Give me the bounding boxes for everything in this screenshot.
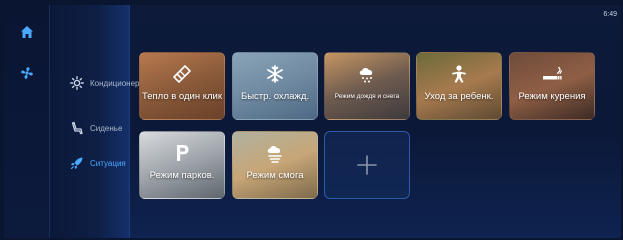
tile-label: Режим смога <box>246 170 304 181</box>
tile-label: Тепло в один клик <box>141 91 223 102</box>
home-icon[interactable] <box>19 24 35 40</box>
cigarette-icon <box>541 63 563 85</box>
tile-smoking-mode[interactable]: Режим курения <box>509 52 595 120</box>
tile-label: Режим курения <box>518 91 586 102</box>
menu-item-label: Сиденье <box>90 123 123 133</box>
left-rail <box>4 5 50 238</box>
tile-smog-mode[interactable]: Режим смога <box>232 131 318 199</box>
smog-icon <box>264 142 286 164</box>
snowflake-icon <box>264 63 286 85</box>
tile-child-care[interactable]: Уход за ребенк. <box>416 52 502 120</box>
rocket-icon <box>70 156 84 170</box>
wrench-icon <box>171 63 193 85</box>
tile-label: Режим парков. <box>149 170 215 181</box>
tile-one-click-warmth[interactable]: Тепло в один клик <box>139 52 225 120</box>
climate-menu: Кондиционер Сиденье Ситуация <box>50 5 139 238</box>
cloud-snow-icon <box>356 63 378 85</box>
add-scene-button[interactable] <box>324 131 410 199</box>
parking-icon <box>171 142 193 164</box>
plus-icon <box>356 154 378 176</box>
menu-item-climate[interactable]: Кондиционер <box>70 76 140 90</box>
menu-item-situation[interactable]: Ситуация <box>70 156 134 170</box>
menu-item-seats[interactable]: Сиденье <box>70 121 134 135</box>
fan-icon[interactable] <box>19 65 35 81</box>
seat-icon <box>70 121 84 135</box>
tile-parking-mode[interactable]: Режим парков. <box>139 131 225 199</box>
clock: 6:49 <box>603 11 617 18</box>
tile-label: Режим дождя и снега <box>334 93 400 100</box>
menu-item-label: Ситуация <box>90 158 126 168</box>
baby-icon <box>448 63 470 85</box>
menu-item-label: Кондиционер <box>90 78 140 88</box>
tile-rain-snow-mode[interactable]: Режим дождя и снега <box>324 52 410 120</box>
tile-fast-cooling[interactable]: Быстр. охлажд. <box>232 52 318 120</box>
tile-label: Уход за ребенк. <box>424 91 494 102</box>
tile-label: Быстр. охлажд. <box>240 91 310 102</box>
sun-gear-icon <box>70 76 84 90</box>
